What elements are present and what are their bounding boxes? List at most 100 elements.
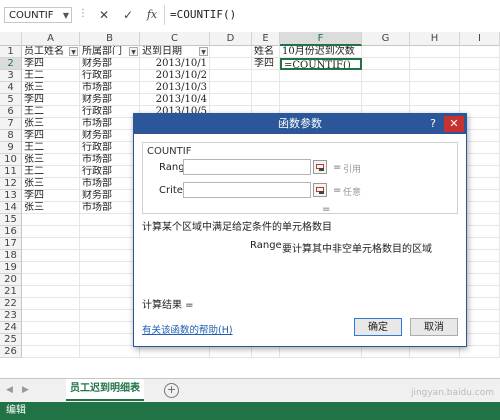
employee-name-cell[interactable]: 张三: [22, 202, 80, 214]
cell[interactable]: [410, 46, 460, 58]
cell[interactable]: [80, 298, 140, 310]
row-header-19[interactable]: 19: [0, 262, 22, 274]
close-icon[interactable]: ✕: [444, 116, 464, 132]
cell[interactable]: [80, 334, 140, 346]
cell[interactable]: [80, 226, 140, 238]
enter-formula-icon[interactable]: ✓: [118, 7, 138, 23]
column-header-d[interactable]: D: [210, 32, 252, 46]
row-header-2[interactable]: 2: [0, 58, 22, 70]
row-header-20[interactable]: 20: [0, 274, 22, 286]
row-header-15[interactable]: 15: [0, 214, 22, 226]
employee-name-cell[interactable]: 张三: [22, 82, 80, 94]
prev-sheet-icon[interactable]: ◀: [6, 385, 13, 395]
active-formula-cell[interactable]: =COUNTIF(): [280, 58, 362, 70]
cell[interactable]: [80, 262, 140, 274]
collapse-dialog-icon[interactable]: [313, 183, 327, 197]
formula-input[interactable]: =COUNTIF(): [170, 7, 236, 23]
row-header-13[interactable]: 13: [0, 190, 22, 202]
employee-name-cell[interactable]: 王二: [22, 166, 80, 178]
row-header-24[interactable]: 24: [0, 322, 22, 334]
filter-dropdown-icon[interactable]: ▼: [199, 47, 208, 56]
cell[interactable]: [280, 82, 362, 94]
late-date-cell[interactable]: 2013/10/3: [140, 82, 210, 94]
department-cell[interactable]: 行政部: [80, 166, 140, 178]
column-header-g[interactable]: G: [362, 32, 410, 46]
add-sheet-icon[interactable]: +: [164, 383, 179, 398]
employee-name-cell[interactable]: 李四: [22, 130, 80, 142]
cell[interactable]: [80, 214, 140, 226]
cell[interactable]: [22, 322, 80, 334]
filter-dropdown-icon[interactable]: ▼: [69, 47, 78, 56]
next-sheet-icon[interactable]: ▶: [22, 385, 29, 395]
column-header-e[interactable]: E: [252, 32, 280, 46]
cell[interactable]: [252, 70, 280, 82]
criteria-input[interactable]: [183, 182, 311, 198]
cell[interactable]: [22, 214, 80, 226]
cell[interactable]: [22, 298, 80, 310]
column-header-a[interactable]: A: [22, 32, 80, 46]
employee-name-cell[interactable]: 李四: [22, 190, 80, 202]
column-title-date[interactable]: 迟到日期 ▼: [140, 46, 210, 58]
dialog-title[interactable]: 函数参数: [134, 114, 466, 134]
row-header-18[interactable]: 18: [0, 250, 22, 262]
department-cell[interactable]: 行政部: [80, 142, 140, 154]
row-header-17[interactable]: 17: [0, 238, 22, 250]
cell[interactable]: [80, 238, 140, 250]
row-header-6[interactable]: 6: [0, 106, 22, 118]
late-date-cell[interactable]: 2013/10/4: [140, 94, 210, 106]
department-cell[interactable]: 市场部: [80, 154, 140, 166]
cell[interactable]: [80, 310, 140, 322]
column-header-b[interactable]: B: [80, 32, 140, 46]
row-header-1[interactable]: 1: [0, 46, 22, 58]
cell[interactable]: [460, 70, 500, 82]
employee-name-cell[interactable]: 李四: [22, 94, 80, 106]
cell[interactable]: [460, 346, 500, 358]
cell[interactable]: [210, 46, 252, 58]
column-title-dept[interactable]: 所属部门 ▼: [80, 46, 140, 58]
chevron-down-icon[interactable]: ▼: [63, 8, 69, 24]
row-header-26[interactable]: 26: [0, 346, 22, 358]
cell[interactable]: [80, 286, 140, 298]
cell[interactable]: [22, 286, 80, 298]
cancel-button[interactable]: 取消: [410, 318, 458, 336]
employee-name-cell[interactable]: 王二: [22, 106, 80, 118]
filter-dropdown-icon[interactable]: ▼: [129, 47, 138, 56]
row-header-25[interactable]: 25: [0, 334, 22, 346]
column-header-c[interactable]: C: [140, 32, 210, 46]
department-cell[interactable]: 行政部: [80, 106, 140, 118]
column-header-f[interactable]: F: [280, 32, 362, 46]
cell[interactable]: [252, 82, 280, 94]
cell[interactable]: [22, 274, 80, 286]
employee-name-cell[interactable]: 李四: [22, 58, 80, 70]
department-cell[interactable]: 市场部: [80, 118, 140, 130]
cell[interactable]: [22, 334, 80, 346]
row-header-16[interactable]: 16: [0, 226, 22, 238]
late-date-cell[interactable]: 2013/10/2: [140, 70, 210, 82]
department-cell[interactable]: 财务部: [80, 190, 140, 202]
cell[interactable]: [210, 346, 252, 358]
cell[interactable]: [362, 58, 410, 70]
cell[interactable]: [22, 346, 80, 358]
row-header-8[interactable]: 8: [0, 130, 22, 142]
department-cell[interactable]: 市场部: [80, 82, 140, 94]
cell[interactable]: [80, 322, 140, 334]
department-cell[interactable]: 市场部: [80, 178, 140, 190]
cell[interactable]: [210, 94, 252, 106]
cell[interactable]: [80, 274, 140, 286]
department-cell[interactable]: 财务部: [80, 94, 140, 106]
cell[interactable]: [362, 346, 410, 358]
row-header-14[interactable]: 14: [0, 202, 22, 214]
column-header-i[interactable]: I: [460, 32, 500, 46]
employee-name-cell[interactable]: 王二: [22, 142, 80, 154]
cell[interactable]: [80, 346, 140, 358]
cell[interactable]: [140, 346, 210, 358]
cell[interactable]: [80, 250, 140, 262]
cell[interactable]: [22, 226, 80, 238]
cell[interactable]: [460, 58, 500, 70]
cell[interactable]: [280, 94, 362, 106]
employee-name-cell[interactable]: 王二: [22, 70, 80, 82]
cell[interactable]: [22, 250, 80, 262]
cell[interactable]: [410, 94, 460, 106]
cell[interactable]: [210, 58, 252, 70]
cell[interactable]: [280, 346, 362, 358]
